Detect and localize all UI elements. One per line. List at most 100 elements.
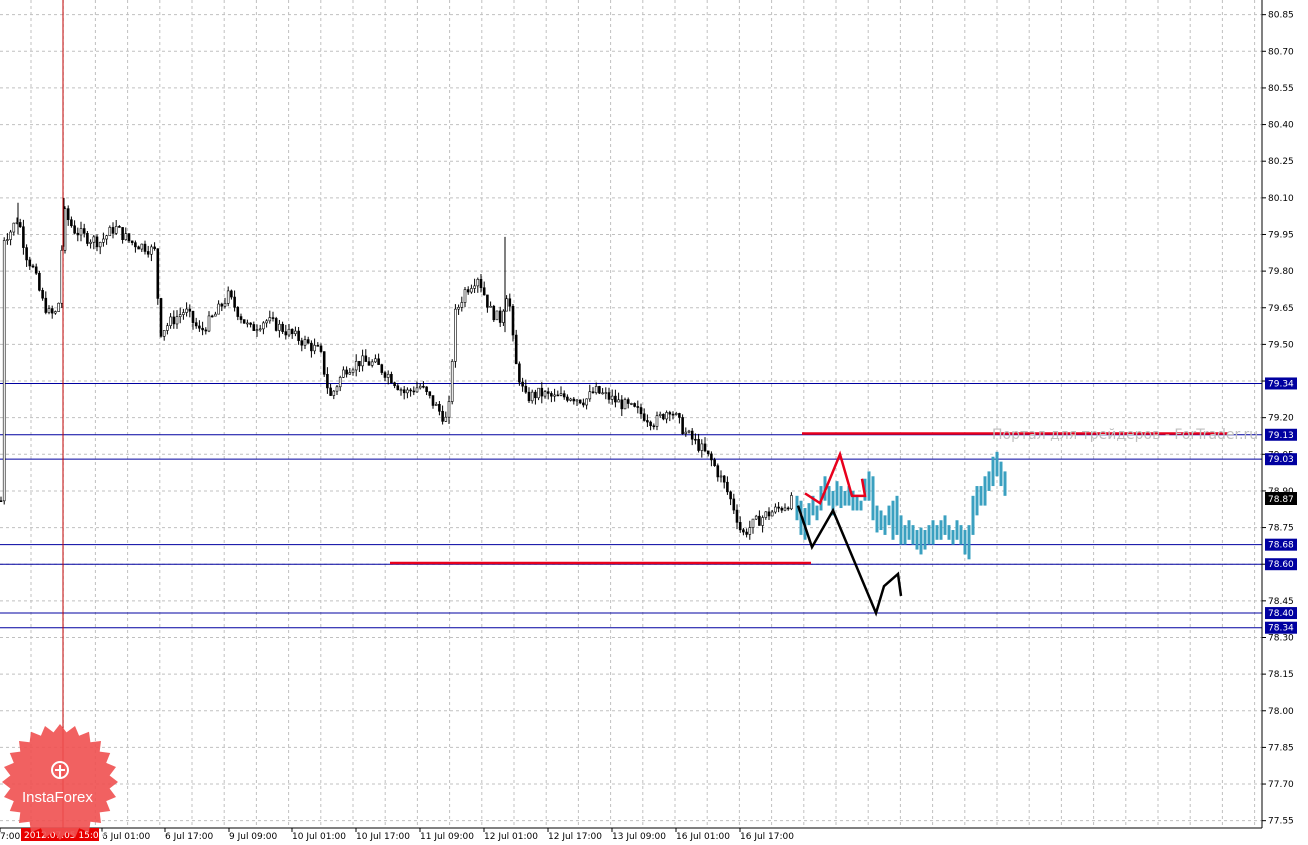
y-tick-label: 80.70 — [1268, 47, 1294, 57]
candle-body — [543, 391, 547, 397]
candle-body — [44, 297, 48, 313]
x-tick-label: 7:00 — [0, 832, 20, 842]
candle-body — [428, 391, 432, 396]
candle-body — [495, 310, 499, 321]
candle-body — [431, 395, 435, 406]
candle-body — [92, 236, 96, 243]
candle-body — [207, 315, 211, 332]
candle-body — [473, 285, 476, 289]
candle-body — [518, 363, 521, 383]
candle-body — [226, 290, 230, 304]
current-price-label: 78.87 — [1268, 495, 1294, 505]
candle-body — [86, 233, 89, 244]
candle-body — [370, 361, 374, 366]
level-tag-label: 79.13 — [1268, 431, 1294, 441]
candle-body — [185, 308, 188, 313]
projection-bar — [955, 520, 959, 540]
projection-bar — [987, 471, 991, 491]
candle-body — [204, 329, 208, 332]
projection-bar — [919, 527, 923, 555]
y-tick-label: 77.55 — [1268, 817, 1294, 827]
candle-body — [169, 316, 172, 326]
projection-bar — [875, 505, 879, 533]
candle-body — [460, 302, 464, 308]
y-tick-label: 79.95 — [1268, 230, 1294, 240]
candle-body — [438, 403, 441, 412]
candle-body — [617, 399, 620, 403]
projection-bar — [891, 500, 895, 540]
candle-body — [502, 310, 505, 323]
projection-bar — [879, 510, 883, 531]
candle-body — [12, 222, 16, 233]
candle-body — [79, 228, 83, 236]
candle-body — [722, 475, 726, 483]
candle-body — [674, 413, 678, 415]
candle-body — [534, 391, 537, 399]
candle-body — [332, 390, 336, 396]
candle-body — [514, 334, 518, 365]
candle-body — [742, 529, 745, 533]
candle-body — [466, 289, 470, 293]
candle-body — [114, 226, 118, 234]
candle-body — [598, 386, 601, 394]
projection-bar — [899, 515, 903, 545]
x-tick-label: 9 Jul 09:00 — [229, 832, 278, 842]
candle-body — [505, 298, 508, 312]
x-tick-label: 12 Jul 01:00 — [484, 832, 538, 842]
candle-body — [57, 302, 60, 312]
level-tag-label: 78.40 — [1268, 609, 1294, 619]
candle-body — [137, 246, 140, 250]
candle-body — [729, 491, 732, 500]
candle-body — [76, 232, 80, 236]
candle-body — [454, 308, 457, 362]
candle-body — [326, 374, 329, 389]
candle-body — [313, 345, 316, 352]
projection-bar — [963, 530, 967, 555]
level-tag-label: 78.68 — [1268, 541, 1294, 551]
candle-body — [348, 372, 352, 375]
candle-body — [66, 208, 70, 221]
candle-body — [70, 219, 73, 227]
x-tick-label: 12 Jul 17:00 — [548, 832, 602, 842]
candle-body — [159, 298, 163, 337]
candle-body — [377, 358, 380, 365]
projection-bar — [855, 495, 859, 511]
candlestick-chart: Портал для трейдеров - ForTrader.ru 80.8… — [0, 0, 1297, 842]
candle-body — [786, 507, 790, 510]
candle-body — [162, 330, 166, 337]
candle-body — [479, 279, 483, 289]
x-tick-label: 10 Jul 17:00 — [356, 832, 410, 842]
candle-body — [620, 399, 624, 410]
projection-bar — [835, 481, 839, 506]
candle-body — [194, 322, 198, 327]
candle-body — [335, 386, 339, 392]
candle-body — [281, 323, 284, 332]
projection-bar — [867, 471, 871, 501]
candle-body — [178, 314, 182, 318]
y-tick-label: 80.40 — [1268, 121, 1294, 131]
projection-bar — [959, 525, 963, 545]
candle-body — [425, 386, 428, 393]
candle-body — [716, 465, 720, 478]
candle-body — [287, 328, 291, 336]
projection-bar — [923, 530, 927, 550]
y-tick-label: 77.85 — [1268, 743, 1294, 753]
y-tick-label: 78.30 — [1268, 633, 1294, 643]
candle-body — [191, 310, 195, 323]
x-tick-label: 16 Jul 01:00 — [676, 832, 730, 842]
candle-body — [524, 385, 528, 393]
candle-body — [441, 410, 444, 422]
candle-body — [386, 373, 390, 378]
candle-body — [271, 317, 275, 319]
candle-body — [681, 417, 684, 434]
candle-body — [770, 511, 774, 517]
candle-body — [665, 412, 668, 420]
candle-body — [697, 438, 700, 451]
candle-body — [726, 481, 729, 493]
candle-body — [393, 382, 396, 387]
candle-body — [105, 235, 108, 240]
projection-bar — [815, 505, 819, 521]
candle-body — [265, 320, 268, 324]
projection-bar — [887, 505, 891, 526]
candle-body — [242, 319, 246, 324]
